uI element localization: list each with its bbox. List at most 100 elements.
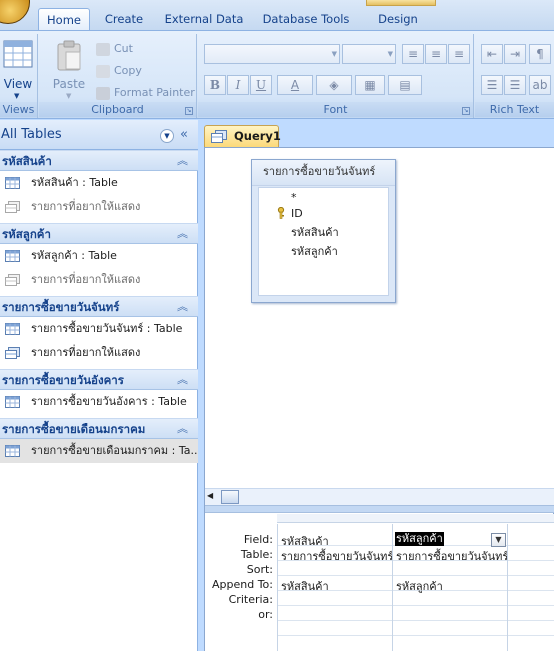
row-label-or: or: — [258, 608, 273, 621]
tab-database-tools[interactable]: Database Tools — [256, 8, 356, 30]
clipboard-group-label: Clipboard — [39, 102, 196, 117]
nav-group-title: รหัสลูกค้า — [2, 227, 51, 241]
nav-item-label: รายการที่อยากให้แสดง — [31, 273, 141, 286]
selected-field-text[interactable]: รหัสลูกค้า — [395, 532, 444, 546]
office-button[interactable] — [0, 0, 30, 24]
tab-create[interactable]: Create — [96, 8, 152, 30]
cut-button[interactable]: Cut — [96, 40, 133, 58]
chevron-down-icon[interactable]: ▼ — [491, 533, 506, 547]
nav-pane-header[interactable]: All Tables ▼ « — [0, 120, 198, 150]
italic-button[interactable]: I — [227, 75, 249, 95]
align-center-button[interactable]: ≡ — [425, 44, 447, 64]
field-list[interactable]: * ID รหัสสินค้า รหัสลูกค้า — [258, 187, 389, 296]
gridlines-button[interactable]: ▦ — [355, 75, 385, 95]
row-label-append-to: Append To: — [212, 578, 273, 591]
column-selector-bar[interactable] — [277, 514, 554, 523]
tab-design[interactable]: Design — [366, 8, 430, 30]
tab-external-data[interactable]: External Data — [160, 8, 248, 30]
field-list-item[interactable]: รหัสสินค้า — [291, 223, 339, 241]
numbering-button[interactable]: ☰ — [481, 75, 503, 95]
paragraph-direction-button[interactable]: ¶ — [529, 44, 551, 64]
align-left-button[interactable]: ≡ — [402, 44, 424, 64]
font-color-button[interactable]: A — [277, 75, 313, 95]
chevron-down-icon: ▼ — [14, 92, 20, 100]
table-pane[interactable]: รายการซื้อขายวันจันทร์ * ID รหัสสินค้า ร… — [205, 148, 554, 505]
tab-home[interactable]: Home — [38, 8, 90, 30]
nav-item-query[interactable]: รายการที่อยากให้แสดง — [0, 268, 198, 292]
decrease-indent-button[interactable]: ⇤ — [481, 44, 503, 64]
field-list-item[interactable]: รหัสลูกค้า — [291, 242, 338, 260]
datasheet-view-icon — [3, 40, 33, 68]
chevron-up-icon[interactable]: ︽ — [177, 151, 188, 171]
grid-cell-sort[interactable] — [281, 562, 389, 576]
nav-item-label: รายการซื้อขายวันจันทร์ : Table — [31, 322, 183, 335]
nav-item-label: รายการที่อยากให้แสดง — [31, 346, 141, 359]
format-painter-button[interactable]: Format Painter — [96, 84, 195, 102]
font-group: ▼ ▼ ≡ ≡ ≡ B I U A ◈ ▦ ▤ Font ↘ — [198, 34, 474, 118]
dialog-launcher-icon[interactable]: ↘ — [185, 107, 193, 115]
field-list-item[interactable]: * — [291, 191, 297, 204]
bold-button[interactable]: B — [204, 75, 226, 95]
paste-button[interactable]: Paste — [47, 77, 91, 91]
chevron-down-icon[interactable]: ▼ — [160, 129, 174, 143]
align-right-button[interactable]: ≡ — [448, 44, 470, 64]
nav-item-query[interactable]: รายการที่อยากให้แสดง — [0, 341, 198, 365]
nav-item-table[interactable]: รายการซื้อขายวันอังคาร : Table — [0, 390, 198, 414]
grid-cell-field[interactable]: รหัสลูกค้า ▼ — [393, 532, 507, 548]
grid-cell-or[interactable] — [281, 607, 389, 621]
table-fill-icon: ▤ — [399, 78, 411, 92]
scroll-left-icon[interactable]: ◀ — [207, 491, 213, 500]
grid-column-empty[interactable] — [507, 524, 554, 651]
rich-text-group-label: Rich Text — [475, 102, 554, 117]
nav-group-header[interactable]: รายการซื้อขายวันอังคาร ︽ — [0, 369, 198, 390]
pane-splitter[interactable] — [205, 505, 554, 513]
view-button[interactable]: View — [0, 77, 36, 91]
fill-color-button[interactable]: ◈ — [316, 75, 352, 95]
nav-group-header[interactable]: รหัสสินค้า ︽ — [0, 150, 198, 171]
grid-cell-or[interactable] — [396, 607, 504, 621]
views-group: View ▼ Views — [0, 34, 38, 118]
chevron-up-icon[interactable]: ︽ — [177, 224, 188, 244]
table-icon — [5, 323, 20, 335]
highlight-button[interactable]: ab — [529, 75, 551, 95]
nav-group-header[interactable]: รายการซื้อขายเดือนมกราคม ︽ — [0, 418, 198, 439]
nav-item-table[interactable]: รายการซื้อขายเดือนมกราคม : Ta... — [0, 439, 198, 463]
format-painter-label: Format Painter — [114, 86, 195, 99]
field-list-window[interactable]: รายการซื้อขายวันจันทร์ * ID รหัสสินค้า ร… — [251, 159, 396, 303]
chevron-up-icon[interactable]: ︽ — [177, 297, 188, 317]
increase-indent-button[interactable]: ⇥ — [504, 44, 526, 64]
grid-cell-criteria[interactable] — [281, 592, 389, 606]
scrollbar-thumb[interactable] — [221, 490, 239, 504]
nav-item-label: รหัสสินค้า : Table — [31, 176, 118, 189]
nav-group-header[interactable]: รายการซื้อขายวันจันทร์ ︽ — [0, 296, 198, 317]
font-size-select[interactable]: ▼ — [342, 44, 396, 64]
chevron-up-icon[interactable]: ︽ — [177, 370, 188, 390]
nav-item-table[interactable]: รหัสลูกค้า : Table — [0, 244, 198, 268]
grid-cell-sort[interactable] — [396, 562, 504, 576]
rich-text-group: ⇤ ⇥ ¶ ☰ ☰ ab Rich Text — [475, 34, 554, 118]
nav-group-header[interactable]: รหัสลูกค้า ︽ — [0, 223, 198, 244]
nav-item-label: รหัสลูกค้า : Table — [31, 249, 117, 262]
nav-item-query[interactable]: รายการที่อยากให้แสดง — [0, 195, 198, 219]
bullets-button[interactable]: ☰ — [504, 75, 526, 95]
font-name-select[interactable]: ▼ — [204, 44, 340, 64]
row-label-table: Table: — [240, 548, 273, 561]
collapse-pane-icon[interactable]: « — [180, 127, 188, 142]
copy-button[interactable]: Copy — [96, 62, 142, 80]
chevron-up-icon[interactable]: ︽ — [177, 419, 188, 439]
tab-query1[interactable]: Query1 — [204, 125, 281, 147]
horizontal-scrollbar[interactable]: ◀ — [205, 488, 554, 505]
dialog-launcher-icon[interactable]: ↘ — [462, 107, 470, 115]
field-list-title[interactable]: รายการซื้อขายวันจันทร์ — [252, 160, 395, 186]
nav-item-table[interactable]: รายการซื้อขายวันจันทร์ : Table — [0, 317, 198, 341]
query-icon — [5, 274, 20, 286]
nav-group-title: รหัสสินค้า — [2, 154, 52, 168]
grid-cell-criteria[interactable] — [396, 592, 504, 606]
underline-button[interactable]: U — [250, 75, 272, 95]
ribbon: View ▼ Views Paste ▼ Cut Copy Format Pai… — [0, 30, 554, 119]
alternate-fill-button[interactable]: ▤ — [388, 75, 422, 95]
nav-item-table[interactable]: รหัสสินค้า : Table — [0, 171, 198, 195]
nav-group-title: รายการซื้อขายวันอังคาร — [2, 373, 124, 387]
field-list-item[interactable]: ID — [291, 207, 303, 220]
font-group-label: Font — [198, 102, 473, 117]
